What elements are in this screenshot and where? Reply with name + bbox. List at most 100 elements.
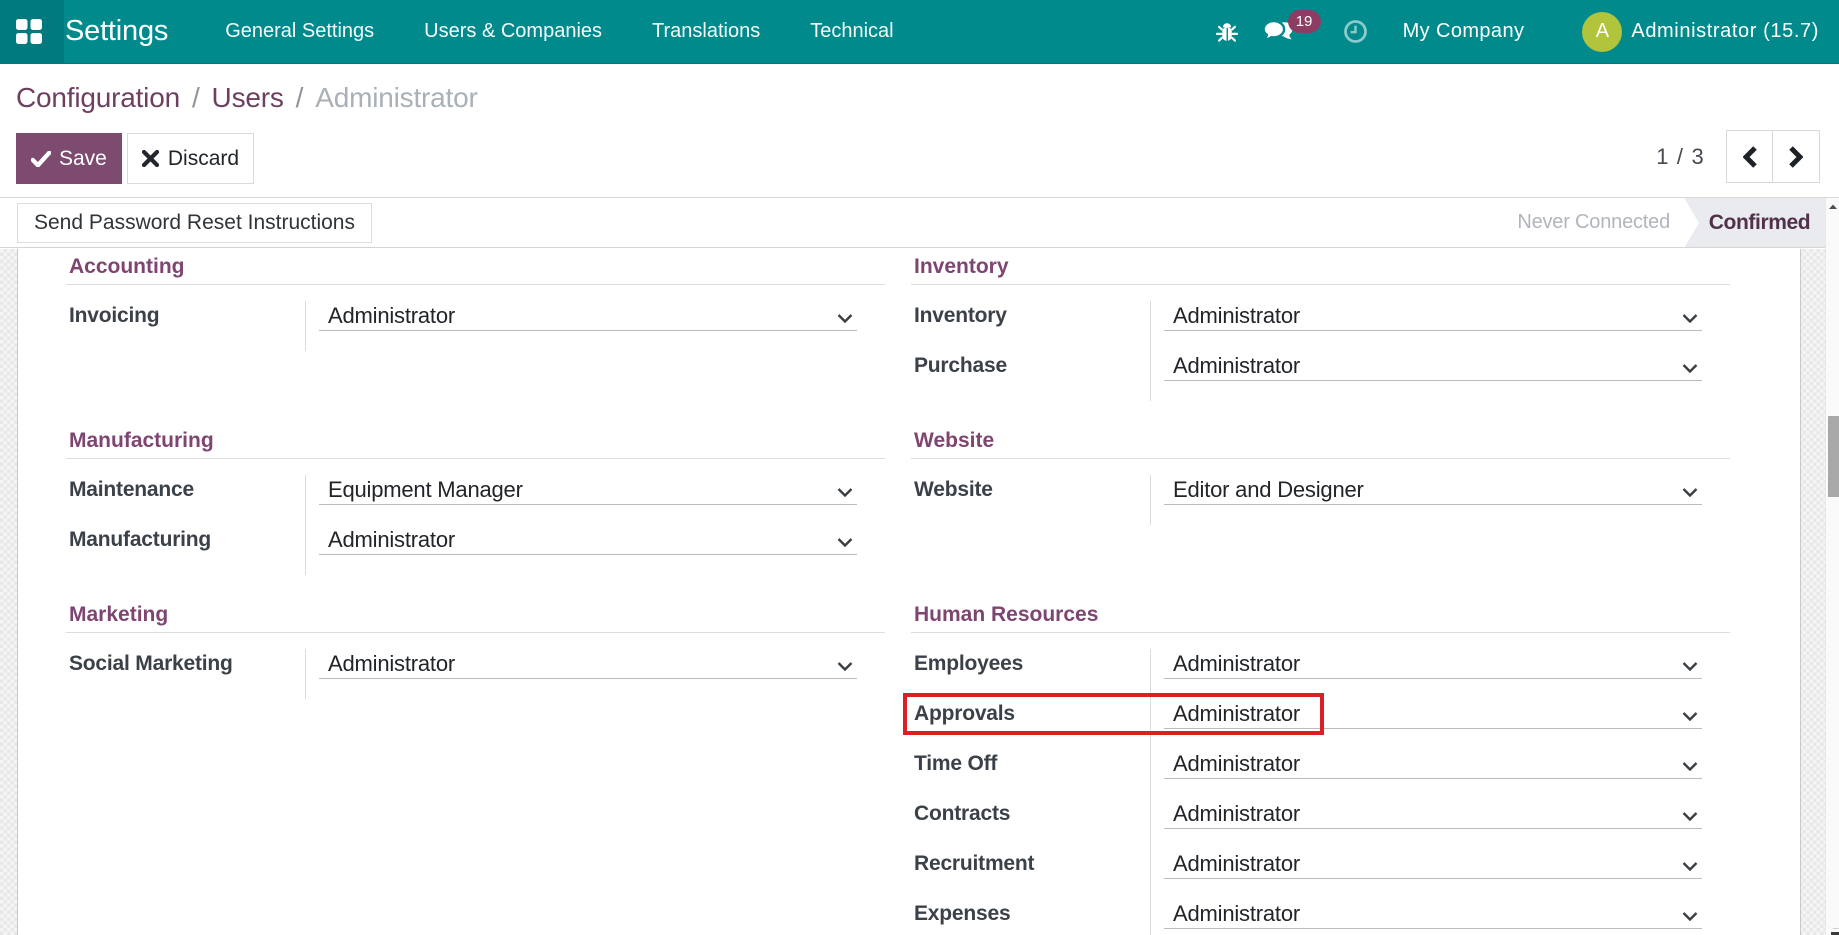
field-label-cell: Expenses bbox=[911, 899, 1151, 935]
menu-users-companies[interactable]: Users & Companies bbox=[399, 0, 627, 64]
field-label: Website bbox=[914, 478, 993, 501]
settings-row: Expenses Administrator bbox=[911, 899, 1730, 935]
field-label-cell: Employees bbox=[911, 649, 1151, 699]
breadcrumb-separator2: / bbox=[284, 82, 316, 113]
settings-group: Manufacturing Maintenance Equipment Manage… bbox=[66, 428, 885, 575]
settings-group: Website Website Editor and Designer bbox=[911, 428, 1730, 525]
group-title: Inventory bbox=[911, 254, 1730, 285]
field-value-cell: Administrator bbox=[1164, 699, 1702, 749]
status-confirmed[interactable]: Confirmed bbox=[1684, 198, 1825, 247]
scrollbar-thumb[interactable] bbox=[1828, 416, 1839, 497]
settings-row: Contracts Administrator bbox=[911, 799, 1730, 849]
settings-row: Manufacturing Administrator bbox=[66, 525, 885, 575]
menu-general-settings[interactable]: General Settings bbox=[200, 0, 399, 64]
field-value-cell: Administrator bbox=[1164, 351, 1702, 401]
field-select[interactable]: Administrator bbox=[1164, 849, 1702, 879]
field-select[interactable]: Editor and Designer bbox=[1164, 475, 1702, 505]
pager-counter: 1 / 3 bbox=[1656, 144, 1705, 170]
field-label: Employees bbox=[914, 652, 1023, 675]
apps-menu-button[interactable] bbox=[0, 0, 64, 64]
debug-menu-button[interactable] bbox=[1216, 22, 1238, 42]
settings-group: Marketing Social Marketing Administrator bbox=[66, 602, 885, 699]
save-button[interactable]: Save bbox=[16, 133, 122, 184]
clock-icon bbox=[1343, 19, 1368, 44]
company-switcher[interactable]: My Company bbox=[1403, 20, 1525, 43]
vertical-scrollbar[interactable] bbox=[1825, 198, 1839, 935]
chevron-left-icon bbox=[1743, 146, 1757, 168]
discard-button[interactable]: Discard bbox=[127, 133, 254, 184]
settings-row: Maintenance Equipment Manager bbox=[66, 475, 885, 525]
menu-translations[interactable]: Translations bbox=[627, 0, 785, 64]
form-sheet: AccountingInvoicingAdministratorManufact… bbox=[17, 249, 1801, 935]
field-value-cell: Administrator bbox=[1164, 899, 1702, 935]
dropdown-caret-icon bbox=[1682, 812, 1698, 821]
form-background: AccountingInvoicingAdministratorManufact… bbox=[0, 249, 1825, 935]
field-value-cell: Administrator bbox=[1164, 799, 1702, 849]
activities-button[interactable] bbox=[1343, 19, 1368, 44]
send-password-reset-button[interactable]: Send Password Reset Instructions bbox=[17, 203, 372, 243]
group-title: Manufacturing bbox=[66, 428, 885, 459]
scroll-up-arrow-icon[interactable] bbox=[1828, 202, 1838, 212]
field-select[interactable]: Administrator bbox=[1164, 799, 1702, 829]
breadcrumb: Configuration/Users/Administrator bbox=[16, 80, 1839, 116]
field-select[interactable]: Equipment Manager bbox=[319, 475, 857, 505]
field-label-cell: Approvals bbox=[911, 699, 1151, 749]
top-menu: General Settings Users & Companies Trans… bbox=[200, 0, 918, 64]
field-label: Recruitment bbox=[914, 852, 1034, 875]
app-brand-title[interactable]: Settings bbox=[65, 15, 168, 48]
field-select[interactable]: Administrator bbox=[319, 301, 857, 331]
menu-technical[interactable]: Technical bbox=[785, 0, 918, 64]
user-avatar: A bbox=[1582, 12, 1622, 52]
field-label-cell: Inventory bbox=[911, 301, 1151, 351]
settings-row: Invoicing Administrator bbox=[66, 301, 885, 351]
user-name: Administrator (15.7) bbox=[1631, 20, 1819, 43]
field-select[interactable]: Administrator bbox=[319, 649, 857, 679]
settings-row: Approvals Administrator bbox=[911, 699, 1730, 749]
user-menu[interactable]: A Administrator (15.7) bbox=[1582, 12, 1819, 52]
field-label-cell: Maintenance bbox=[66, 475, 306, 525]
group-title: Website bbox=[911, 428, 1730, 459]
field-select[interactable]: Administrator bbox=[1164, 749, 1702, 779]
field-select[interactable]: Administrator bbox=[1164, 699, 1702, 729]
field-select[interactable]: Administrator bbox=[1164, 899, 1702, 929]
field-select[interactable]: Administrator bbox=[1164, 301, 1702, 331]
field-value-cell: Administrator bbox=[319, 649, 857, 699]
breadcrumb-configuration[interactable]: Configuration bbox=[16, 82, 180, 113]
field-label: Social Marketing bbox=[69, 652, 233, 675]
pager-previous-button[interactable] bbox=[1727, 131, 1773, 182]
dropdown-caret-icon bbox=[837, 314, 853, 323]
settings-group: AccountingInvoicingAdministrator bbox=[66, 254, 885, 351]
settings-group: Human ResourcesEmployeesAdministratorApp… bbox=[911, 602, 1730, 935]
field-label-cell: Contracts bbox=[911, 799, 1151, 849]
form-buttons: Save Discard bbox=[16, 133, 1839, 184]
field-label: Maintenance bbox=[69, 478, 194, 501]
field-select[interactable]: Administrator bbox=[1164, 351, 1702, 381]
field-value-cell: Equipment Manager bbox=[319, 475, 857, 525]
settings-row: Employees Administrator bbox=[911, 649, 1730, 699]
breadcrumb-users[interactable]: Users bbox=[212, 82, 284, 113]
dropdown-caret-icon bbox=[1682, 314, 1698, 323]
status-steps: Never Connected Confirmed bbox=[1517, 198, 1825, 247]
dropdown-caret-icon bbox=[837, 538, 853, 547]
field-select[interactable]: Administrator bbox=[1164, 649, 1702, 679]
check-icon bbox=[31, 151, 51, 167]
group-title: Marketing bbox=[66, 602, 885, 633]
status-never-connected[interactable]: Never Connected bbox=[1517, 211, 1684, 234]
pager: 1 / 3 bbox=[1656, 130, 1820, 183]
settings-row: Inventory Administrator bbox=[911, 301, 1730, 351]
field-label: Manufacturing bbox=[69, 528, 211, 551]
messages-button[interactable]: 19 bbox=[1263, 20, 1293, 43]
pager-next-button[interactable] bbox=[1773, 131, 1819, 182]
field-label-cell: Time Off bbox=[911, 749, 1151, 799]
field-select[interactable]: Administrator bbox=[319, 525, 857, 555]
field-label: Invoicing bbox=[69, 304, 159, 327]
field-label: Approvals bbox=[914, 702, 1015, 725]
field-label-cell: Social Marketing bbox=[66, 649, 306, 699]
field-label-cell: Purchase bbox=[911, 351, 1151, 401]
field-value-cell: Administrator bbox=[1164, 301, 1702, 351]
breadcrumb-active: Administrator bbox=[315, 82, 477, 113]
field-label: Expenses bbox=[914, 902, 1010, 925]
field-label: Purchase bbox=[914, 354, 1007, 377]
dropdown-caret-icon bbox=[1682, 762, 1698, 771]
settings-row: Website Editor and Designer bbox=[911, 475, 1730, 525]
